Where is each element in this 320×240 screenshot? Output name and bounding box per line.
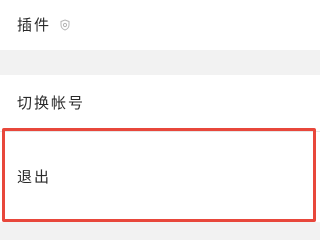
switch-account-label: 切换帐号 [17, 93, 86, 112]
settings-screen: 插件 切换帐号 退出 [0, 0, 320, 240]
plugin-icon-graphic [60, 19, 70, 31]
logout-item[interactable]: 退出 [0, 132, 320, 222]
logout-label: 退出 [17, 167, 52, 186]
switch-account-item[interactable]: 切换帐号 [0, 75, 320, 131]
bottom-background [0, 222, 320, 240]
plugins-label: 插件 [17, 15, 52, 34]
plugin-icon [59, 19, 71, 31]
plugins-item[interactable]: 插件 [0, 0, 320, 50]
